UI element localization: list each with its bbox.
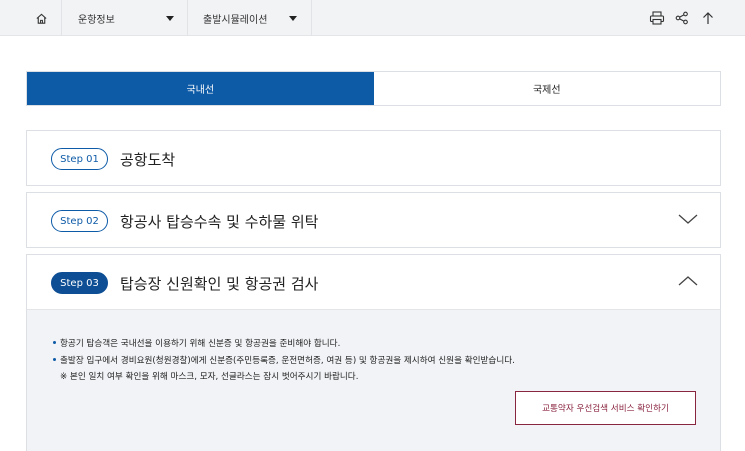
breadcrumb-label: 운항정보 [78,14,115,26]
print-icon [649,11,665,25]
step-02-panel[interactable]: Step 02 항공사 탑승수속 및 수하물 위탁 [26,192,721,248]
bullet-dot [53,358,56,361]
step-badge: Step 03 [51,272,108,294]
chevron-down-icon [678,214,698,224]
scroll-to-top-button[interactable] [696,0,720,36]
share-button[interactable] [670,0,694,36]
chevron-up-icon [678,276,698,286]
top-navigation-bar: 운항정보 출발시뮬레이션 [0,0,745,36]
info-line: 항공기 탑승객은 국내선을 이용하기 위해 신분증 및 항공권을 준비해야 합니… [60,339,341,349]
share-icon [675,11,688,25]
step-03-panel[interactable]: Step 03 탑승장 신원확인 및 항공권 검사 [26,254,721,310]
breadcrumb-label: 출발시뮬레이션 [203,14,268,26]
step-title: 항공사 탑승수속 및 수하물 위탁 [120,212,319,231]
tab-domestic[interactable]: 국내선 [27,72,374,105]
home-icon [36,13,47,24]
step-01-panel[interactable]: Step 01 공항도착 [26,130,721,186]
bullet-dot [53,341,56,344]
step-title: 공항도착 [120,150,176,169]
step-badge: Step 02 [51,210,108,232]
home-button[interactable] [22,0,62,36]
print-button[interactable] [645,0,669,36]
caret-down-icon [289,16,297,21]
breadcrumb-dropdown-flight-info[interactable]: 운항정보 [62,0,188,36]
caret-down-icon [166,16,174,21]
step-03-content: 항공기 탑승객은 국내선을 이용하기 위해 신분증 및 항공권을 준비해야 합니… [26,309,721,451]
arrow-up-icon [703,12,713,24]
step-title: 탑승장 신원확인 및 항공권 검사 [120,274,319,293]
breadcrumb-dropdown-departure-simulation[interactable]: 출발시뮬레이션 [188,0,312,36]
tab-international[interactable]: 국제선 [373,72,720,105]
info-line: 출발장 입구에서 경비요원(청원경찰)에게 신분증(주민등록증, 운전면허증, … [60,356,515,366]
route-type-tabs: 국내선 국제선 [26,71,721,106]
step-badge: Step 01 [51,148,108,170]
priority-screening-service-button[interactable]: 교통약자 우선검색 서비스 확인하기 [515,391,696,425]
notice-line: ※ 본인 일치 여부 확인을 위해 마스크, 모자, 선글라스는 잠시 벗어주시… [60,372,359,382]
